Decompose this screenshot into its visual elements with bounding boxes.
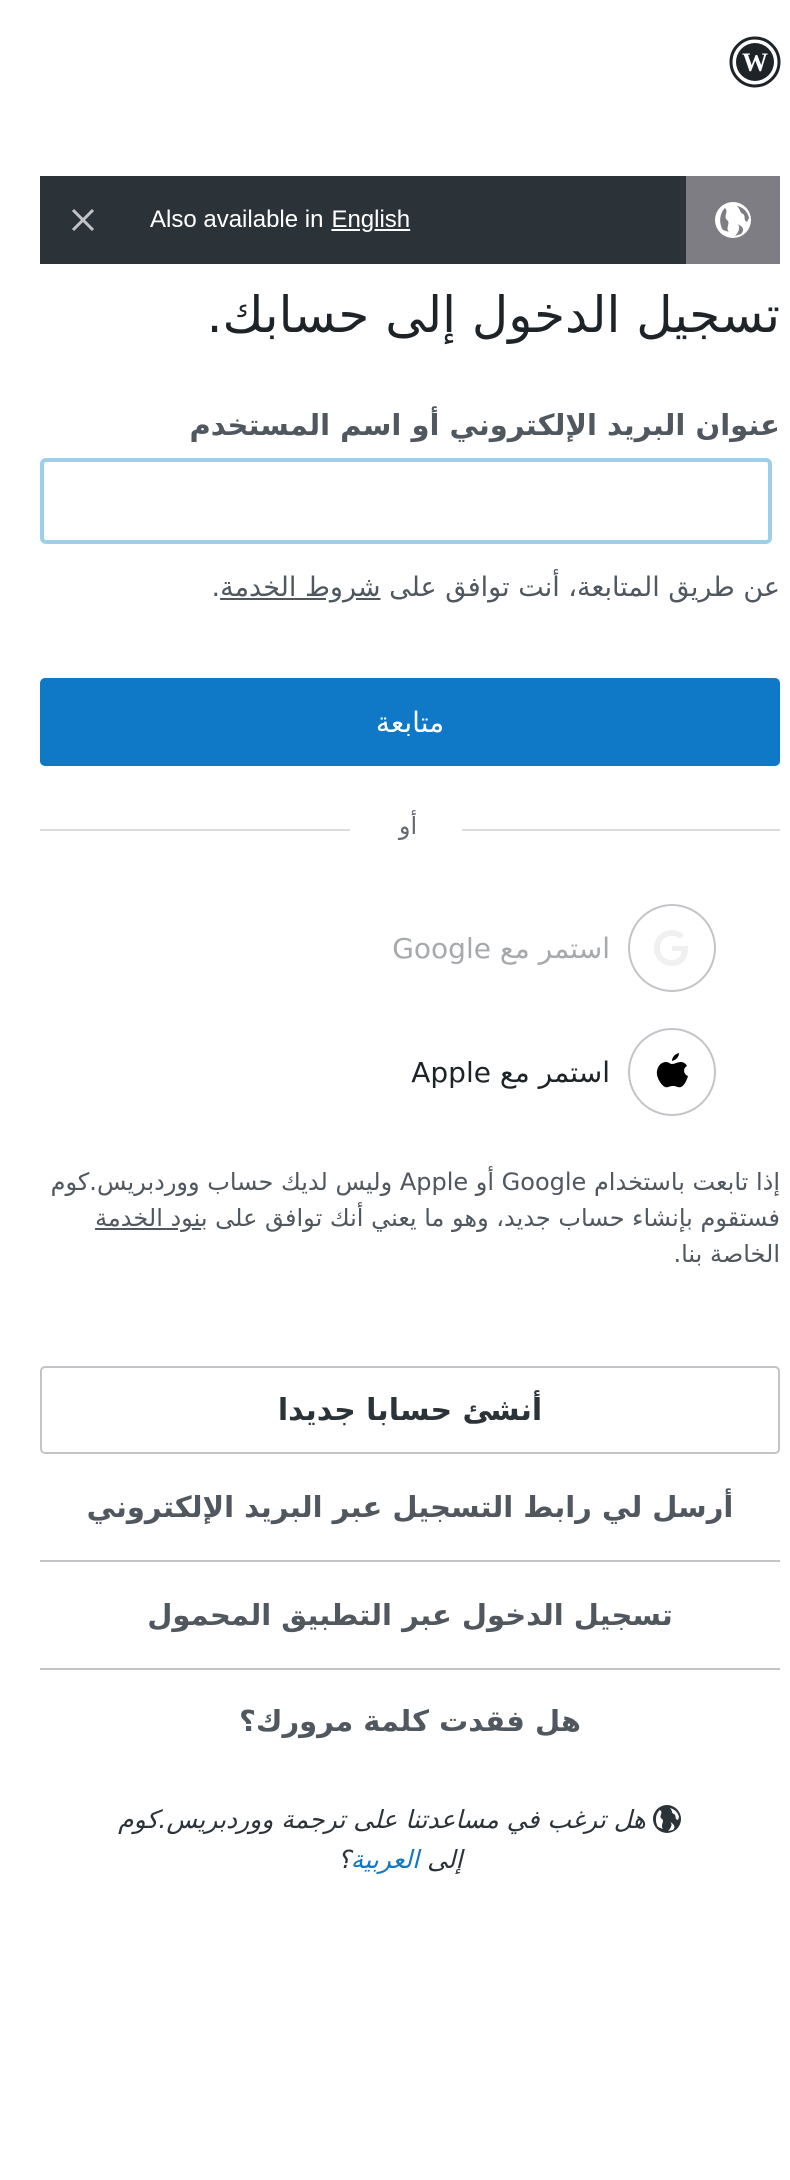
separator-2 (40, 1668, 780, 1670)
apple-button-label: استمر مع Apple (411, 1055, 610, 1089)
lost-password-link[interactable]: هل فقدت كلمة مرورك؟ (40, 1676, 780, 1766)
close-icon (71, 208, 95, 232)
separator-1 (40, 1560, 780, 1562)
mobile-app-login-link[interactable]: تسجيل الدخول عبر التطبيق المحمول (40, 1570, 780, 1660)
google-button-circle (628, 904, 716, 992)
language-switch-button[interactable] (686, 176, 780, 264)
apple-icon (656, 1053, 688, 1088)
banner-close-button[interactable] (40, 176, 126, 264)
page-title: تسجيل الدخول إلى حسابك. (206, 286, 780, 344)
globe-icon (652, 1805, 681, 1833)
social-login-notice: إذا تابعت باستخدام Google أو Apple وليس … (40, 1164, 780, 1272)
terms-prefix: عن طريق المتابعة، أنت توافق على (380, 572, 780, 603)
or-divider-label: أو (398, 812, 418, 840)
translate-prompt: هل ترغب في مساعدتنا على ترجمة ووردبريس.ك… (100, 1800, 700, 1880)
continue-with-google-button[interactable]: استمر مع Google (392, 902, 716, 994)
continue-with-apple-button[interactable]: استمر مع Apple (411, 1026, 716, 1118)
banner-text: Also available in (150, 206, 324, 233)
social-note-suffix: الخاصة بنا. (673, 1240, 780, 1268)
terms-link[interactable]: بنود الخدمة (95, 1204, 207, 1232)
divider-line-left (40, 829, 350, 831)
banner-message: Also available in English (150, 206, 686, 234)
email-field[interactable] (40, 458, 772, 544)
globe-icon (715, 202, 751, 238)
svg-text:W: W (742, 48, 768, 77)
wordpress-logo-icon[interactable]: W (729, 36, 781, 88)
terms-notice: عن طريق المتابعة، أنت توافق على شروط الخ… (212, 572, 780, 603)
divider-line-right (462, 829, 780, 831)
create-account-button[interactable]: أنشئ حسابا جديدا (40, 1366, 780, 1454)
translate-language-link[interactable]: العربية (351, 1845, 419, 1874)
english-link[interactable]: English (331, 206, 410, 233)
terms-of-service-link[interactable]: شروط الخدمة (220, 572, 380, 603)
language-banner: Also available in English (40, 176, 780, 264)
translate-suffix: ؟ (337, 1845, 351, 1874)
terms-suffix: . (211, 572, 221, 603)
email-field-label: عنوان البريد الإلكتروني أو اسم المستخدم (189, 408, 780, 442)
continue-button[interactable]: متابعة (40, 678, 780, 766)
apple-button-circle (628, 1028, 716, 1116)
email-login-link[interactable]: أرسل لي رابط التسجيل عبر البريد الإلكترو… (40, 1462, 780, 1552)
google-icon (654, 930, 688, 966)
google-button-label: استمر مع Google (392, 931, 610, 965)
